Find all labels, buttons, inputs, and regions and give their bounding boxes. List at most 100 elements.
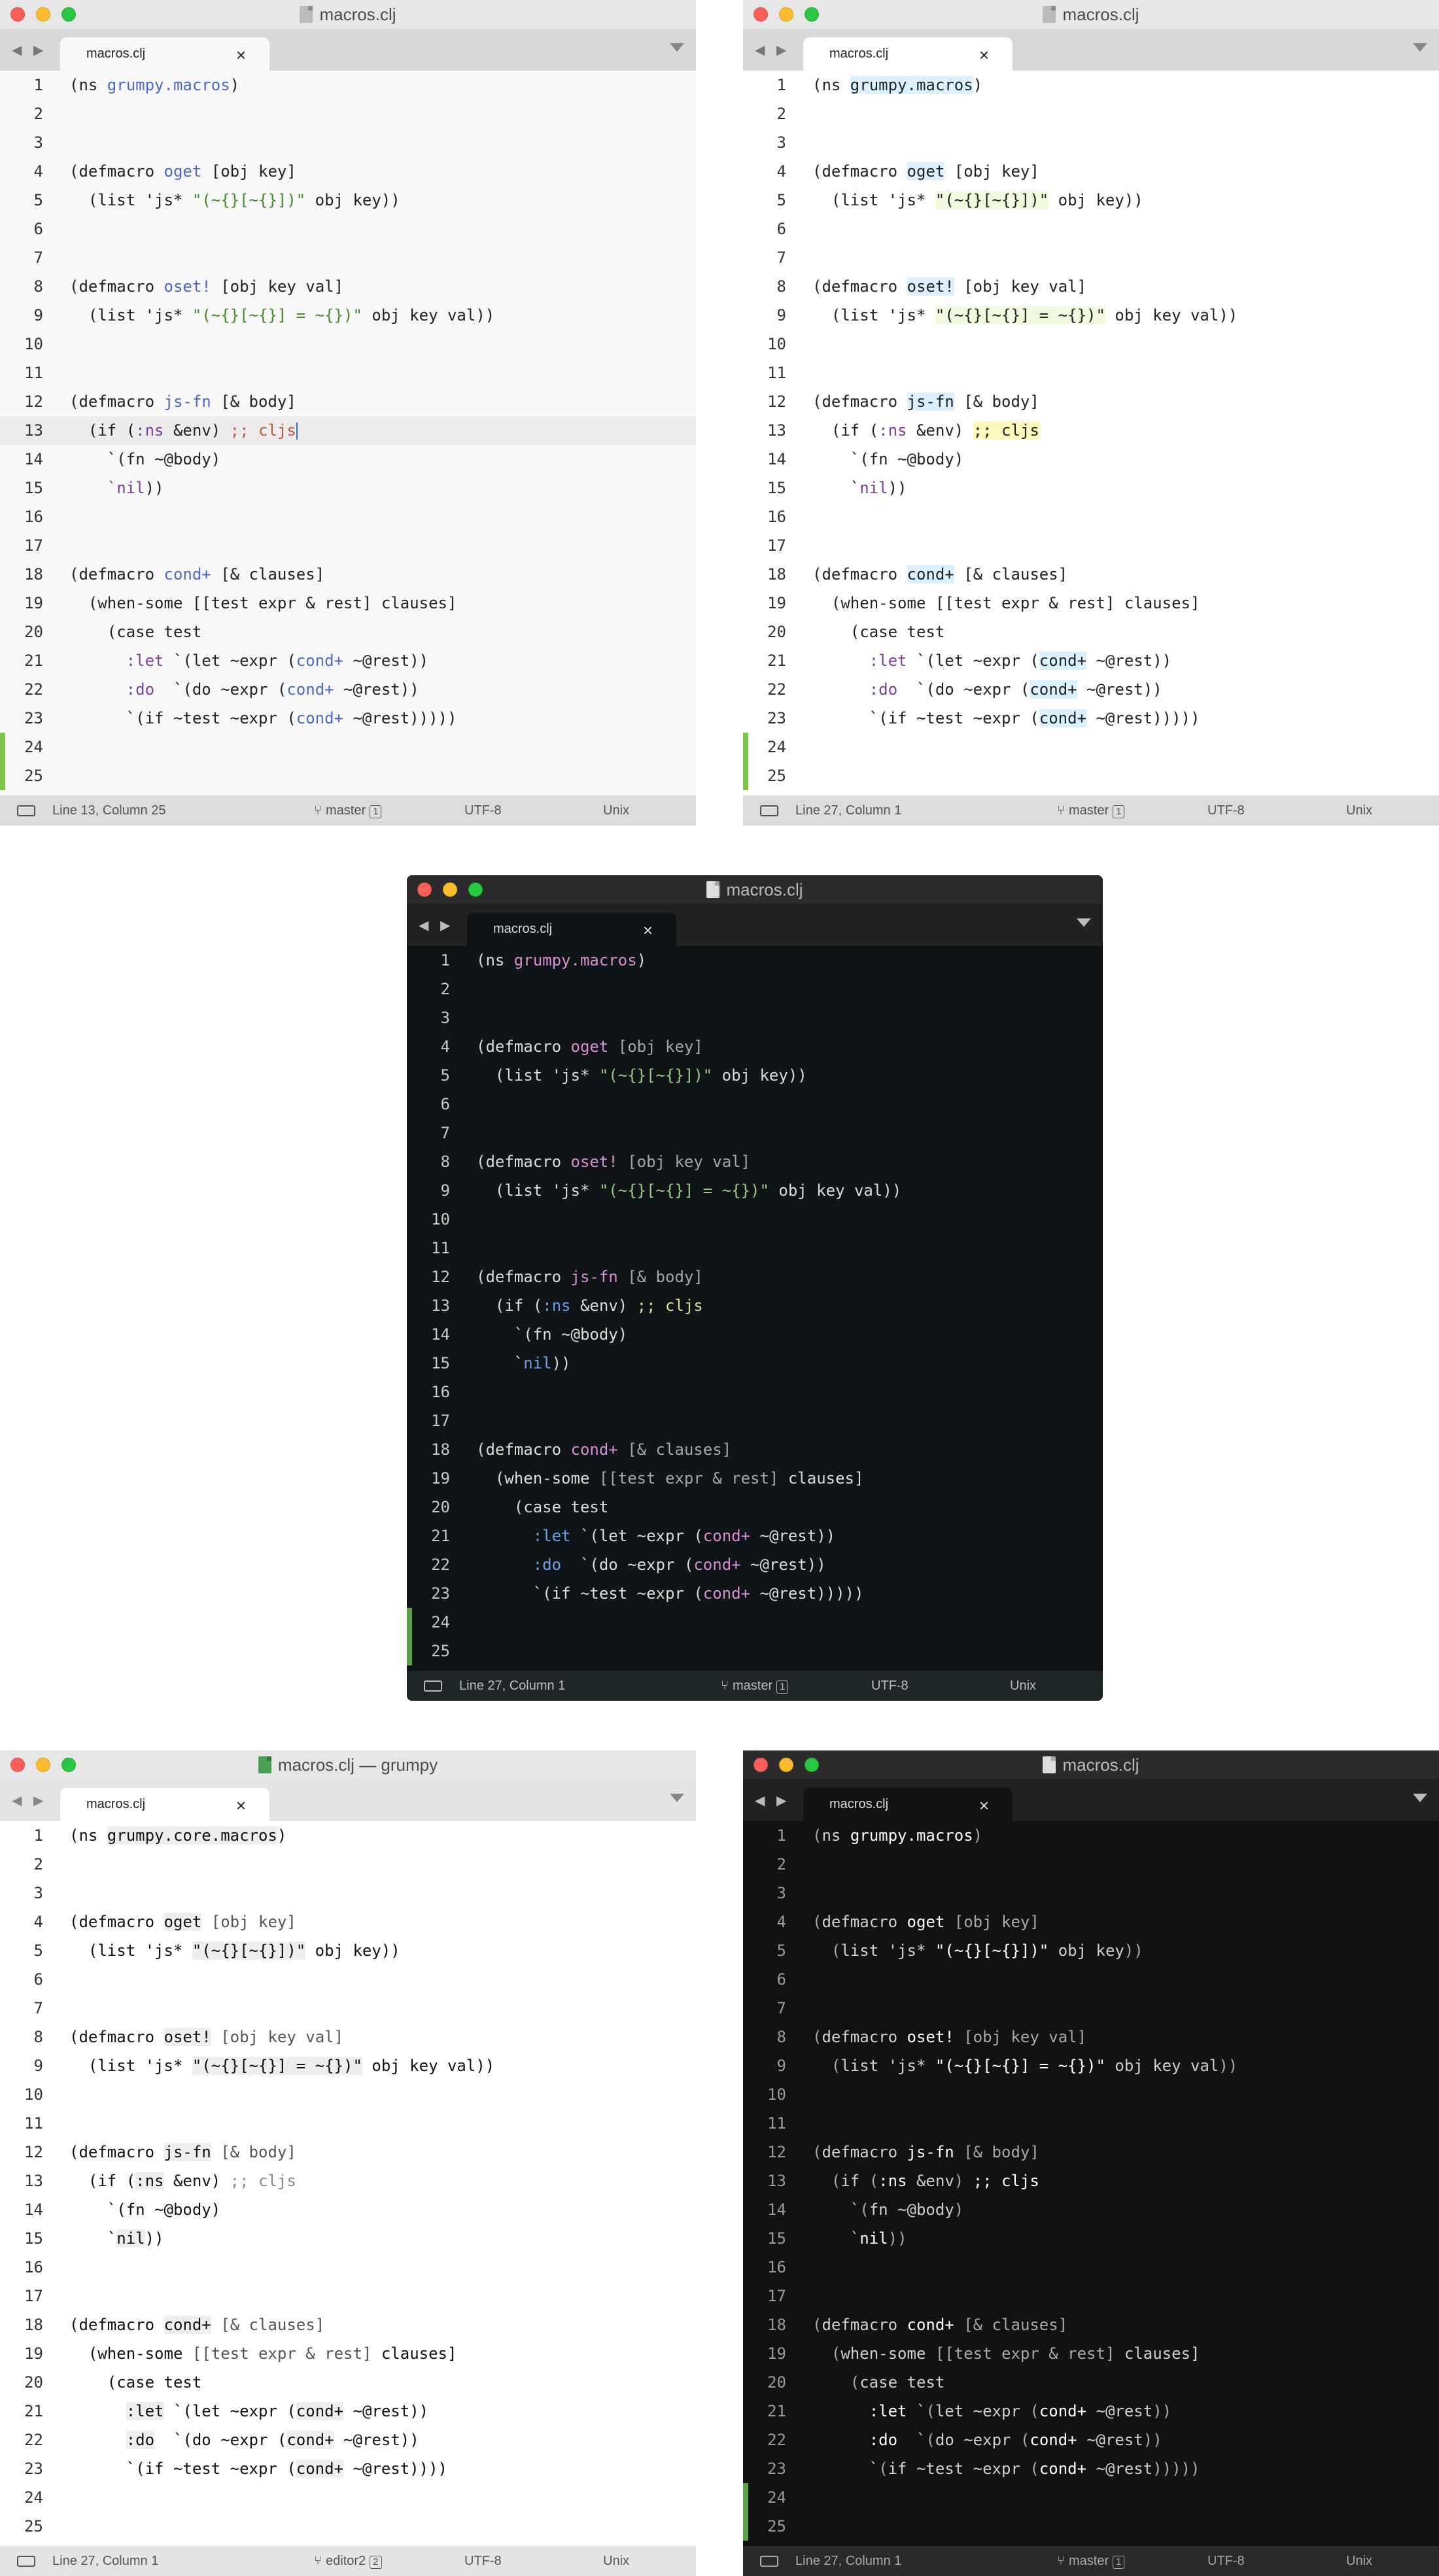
- chevron-down-icon[interactable]: [1413, 43, 1427, 52]
- title-bar[interactable]: macros.clj: [0, 0, 696, 29]
- code-line: 16: [407, 1378, 1103, 1406]
- modified-line-marker: [743, 2512, 748, 2541]
- window-title-text: macros.clj: [726, 879, 803, 899]
- code-line: 2: [743, 99, 1439, 128]
- code-line: 25: [743, 2512, 1439, 2541]
- zoom-window-button[interactable]: [61, 7, 76, 22]
- title-bar[interactable]: macros.clj: [743, 0, 1439, 29]
- git-branch[interactable]: ⑂ master 1: [1057, 803, 1125, 818]
- tab-macros-clj[interactable]: macros.clj ×: [60, 1788, 269, 1821]
- file-encoding[interactable]: UTF-8: [464, 803, 502, 818]
- code-line: 23 `(if ~test ~expr (cond+ ~@rest))))): [743, 2454, 1439, 2483]
- tab-close-icon[interactable]: ×: [236, 45, 246, 65]
- code-editor[interactable]: 1 (ns grumpy.core.macros) 2 3 4 (defmacro oge…: [0, 1821, 696, 2546]
- zoom-window-button[interactable]: [805, 7, 819, 22]
- git-branch[interactable]: ⑂ master 1: [314, 803, 382, 818]
- code-editor[interactable]: 1 (ns grumpy.macros) 2 3 4 (defmacro oget [ob…: [407, 946, 1103, 1671]
- line-number: 8: [776, 277, 786, 296]
- close-window-button[interactable]: [10, 1758, 25, 1772]
- code-line: 20 (case test: [407, 1493, 1103, 1522]
- panel-icon[interactable]: [760, 805, 778, 816]
- minimize-window-button[interactable]: [36, 1758, 50, 1772]
- close-window-button[interactable]: [754, 1758, 768, 1772]
- line-number: 1: [776, 76, 786, 94]
- tab-macros-clj[interactable]: macros.clj ×: [803, 37, 1013, 71]
- nav-arrows-icon[interactable]: ◀ ▶: [12, 1792, 47, 1809]
- code-text: `(if ~test ~expr (cond+ ~@rest))))): [812, 2460, 1200, 2478]
- file-encoding[interactable]: UTF-8: [1207, 2554, 1245, 2569]
- tab-close-icon[interactable]: ×: [236, 1796, 246, 1816]
- nav-arrows-icon[interactable]: ◀ ▶: [419, 917, 454, 933]
- document-icon: [706, 881, 720, 898]
- nav-arrows-icon[interactable]: ◀ ▶: [12, 42, 47, 58]
- code-line: 7: [743, 1994, 1439, 2023]
- minimize-window-button[interactable]: [779, 1758, 793, 1772]
- tab-macros-clj[interactable]: macros.clj ×: [803, 1788, 1013, 1821]
- zoom-window-button[interactable]: [61, 1758, 76, 1772]
- panel-icon[interactable]: [424, 1680, 442, 1692]
- title-bar[interactable]: macros.clj — grumpy: [0, 1750, 696, 1779]
- nav-arrows-icon[interactable]: ◀ ▶: [755, 42, 790, 58]
- code-line: 17: [407, 1406, 1103, 1435]
- code-text: (defmacro oset! [obj key val]: [476, 1153, 751, 1171]
- code-text: (defmacro oget [obj key]: [812, 162, 1039, 181]
- title-bar[interactable]: macros.clj: [407, 875, 1103, 904]
- zoom-window-button[interactable]: [468, 882, 483, 897]
- tab-close-icon[interactable]: ×: [643, 920, 653, 941]
- line-endings[interactable]: Unix: [1346, 2554, 1372, 2569]
- minimize-window-button[interactable]: [36, 7, 50, 22]
- nav-arrows-icon[interactable]: ◀ ▶: [755, 1792, 790, 1809]
- git-branch[interactable]: ⑂ editor2 2: [314, 2554, 382, 2569]
- code-text: :do `(do ~expr (cond+ ~@rest)): [869, 2431, 1162, 2449]
- cursor-position[interactable]: Line 27, Column 1: [52, 2554, 158, 2569]
- line-endings[interactable]: Unix: [603, 2554, 629, 2569]
- window-title: macros.clj — grumpy: [258, 1755, 438, 1775]
- cursor-position[interactable]: Line 27, Column 1: [795, 2554, 901, 2569]
- close-window-button[interactable]: [417, 882, 432, 897]
- code-text: `nil)): [812, 2229, 907, 2248]
- code-editor[interactable]: 1 (ns grumpy.macros) 2 3 4 (defmacro oget [ob…: [743, 71, 1439, 795]
- line-number: 23: [24, 709, 43, 727]
- code-text: (list 'js* "(~{}[~{}] = ~{})" obj key va…: [69, 306, 495, 324]
- title-bar[interactable]: macros.clj: [743, 1750, 1439, 1779]
- zoom-window-button[interactable]: [805, 1758, 819, 1772]
- cursor-position[interactable]: Line 27, Column 1: [795, 803, 901, 818]
- tab-close-icon[interactable]: ×: [979, 1796, 989, 1816]
- line-number: 1: [33, 1826, 43, 1845]
- chevron-down-icon[interactable]: [1413, 1794, 1427, 1802]
- panel-icon[interactable]: [760, 2556, 778, 2567]
- code-editor[interactable]: 1 (ns grumpy.macros) 2 3 4 (defmacro oget [ob…: [0, 71, 696, 795]
- panel-icon[interactable]: [17, 805, 35, 816]
- cursor-position[interactable]: Line 13, Column 25: [52, 803, 165, 818]
- chevron-down-icon[interactable]: [1077, 918, 1091, 927]
- code-line: 2: [0, 99, 696, 128]
- line-number: 25: [431, 1642, 450, 1660]
- minimize-window-button[interactable]: [443, 882, 457, 897]
- file-encoding[interactable]: UTF-8: [1207, 803, 1245, 818]
- line-endings[interactable]: Unix: [1010, 1679, 1036, 1694]
- line-endings[interactable]: Unix: [1346, 803, 1372, 818]
- close-window-button[interactable]: [754, 7, 768, 22]
- tab-close-icon[interactable]: ×: [979, 45, 989, 65]
- code-text: :do `(do ~expr (cond+ ~@rest)): [869, 680, 1162, 699]
- close-window-button[interactable]: [10, 7, 25, 22]
- chevron-down-icon[interactable]: [670, 43, 684, 52]
- cursor-position[interactable]: Line 27, Column 1: [459, 1679, 565, 1694]
- line-endings[interactable]: Unix: [603, 803, 629, 818]
- minimize-window-button[interactable]: [779, 7, 793, 22]
- chevron-down-icon[interactable]: [670, 1794, 684, 1802]
- tab-bar: ◀ ▶ macros.clj ×: [743, 29, 1439, 71]
- file-encoding[interactable]: UTF-8: [871, 1679, 909, 1694]
- line-number: 16: [24, 2258, 43, 2276]
- git-branch[interactable]: ⑂ master 1: [1057, 2554, 1125, 2569]
- line-number: 21: [767, 2402, 786, 2420]
- file-encoding[interactable]: UTF-8: [464, 2554, 502, 2569]
- git-branch[interactable]: ⑂ master 1: [721, 1679, 789, 1694]
- line-number: 6: [33, 1970, 43, 1989]
- code-editor[interactable]: 1 (ns grumpy.macros) 2 3 4 (defmacro oget [ob…: [743, 1821, 1439, 2546]
- line-number: 17: [24, 2287, 43, 2305]
- panel-icon[interactable]: [17, 2556, 35, 2567]
- code-line: 12 (defmacro js-fn [& body]: [743, 2138, 1439, 2167]
- tab-macros-clj[interactable]: macros.clj ×: [60, 37, 269, 71]
- tab-macros-clj[interactable]: macros.clj ×: [467, 913, 676, 946]
